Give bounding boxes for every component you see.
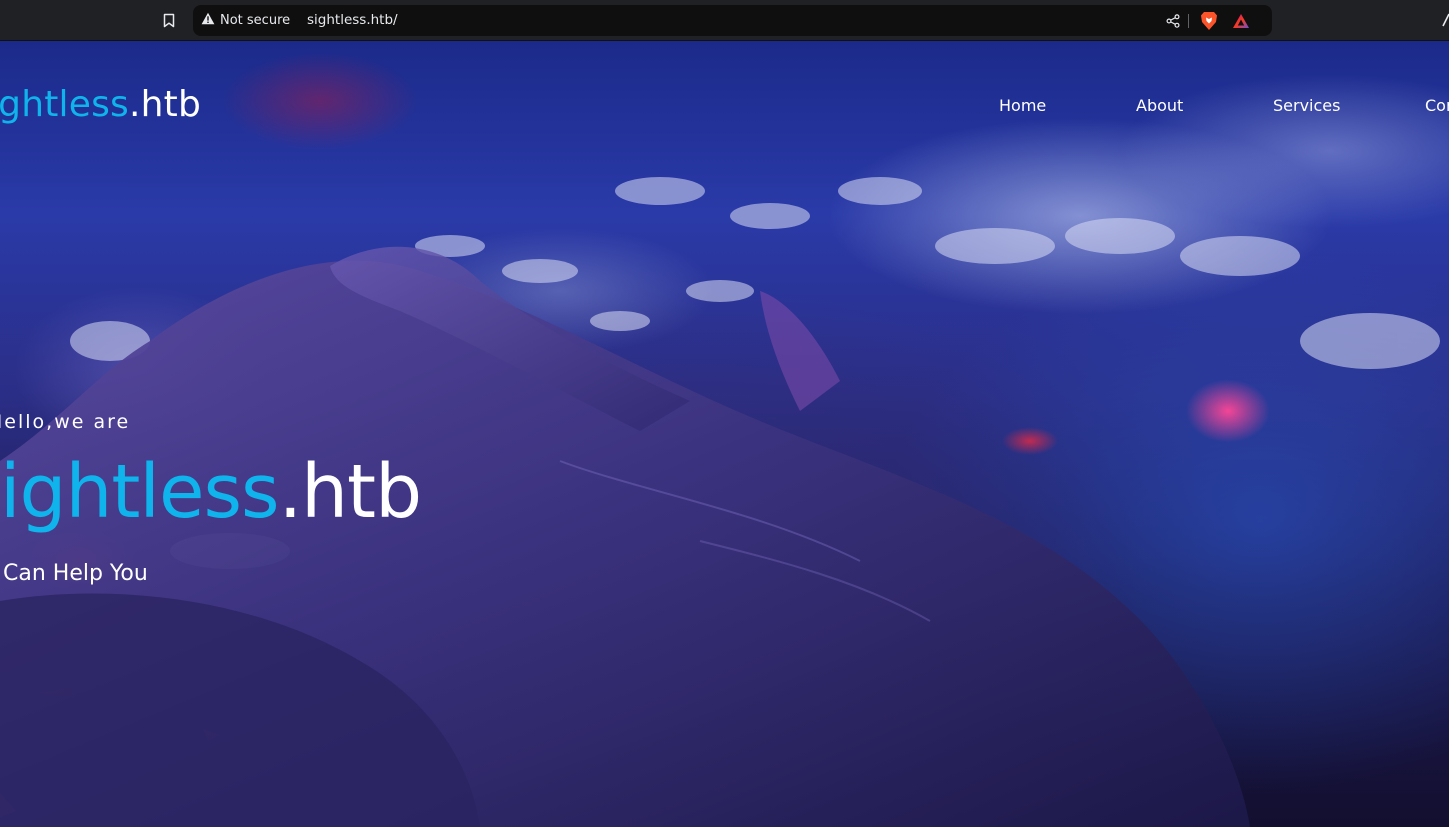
nav-services[interactable]: Services [1273, 96, 1340, 115]
omnibox-divider [1188, 14, 1189, 28]
hero-title-accent: Sightless [0, 449, 280, 535]
security-label: Not secure [220, 13, 291, 28]
brave-rewards-icon[interactable] [1230, 10, 1252, 32]
hero-title: Sightless.htb [0, 449, 422, 535]
hero-section: sightless.htb Home About Services Contac… [0, 41, 1449, 827]
site-logo[interactable]: sightless.htb [0, 84, 201, 125]
url-text[interactable]: sightless.htb/ [307, 5, 398, 36]
hero-background-image [0, 41, 1449, 827]
browser-toolbar: Not secure sightless.htb/ [0, 0, 1449, 41]
site-logo-suffix: .htb [129, 84, 202, 125]
site-security-indicator[interactable]: Not secure [201, 5, 290, 36]
profile-icon[interactable] [1441, 12, 1449, 28]
bookmark-icon[interactable] [158, 9, 180, 31]
address-bar[interactable]: Not secure sightless.htb/ [193, 5, 1272, 36]
nav-home[interactable]: Home [999, 96, 1046, 115]
hero-tagline: Hello,we are [0, 411, 131, 433]
site-logo-accent: sightless [0, 84, 130, 125]
hero-subline: We Can Help You [0, 561, 148, 586]
nav-contact[interactable]: Contact [1425, 96, 1449, 115]
nav-about[interactable]: About [1136, 96, 1183, 115]
warning-triangle-icon [201, 12, 215, 29]
share-icon[interactable] [1163, 11, 1183, 31]
hero-title-suffix: .htb [278, 449, 422, 535]
brave-shields-icon[interactable] [1198, 10, 1220, 32]
